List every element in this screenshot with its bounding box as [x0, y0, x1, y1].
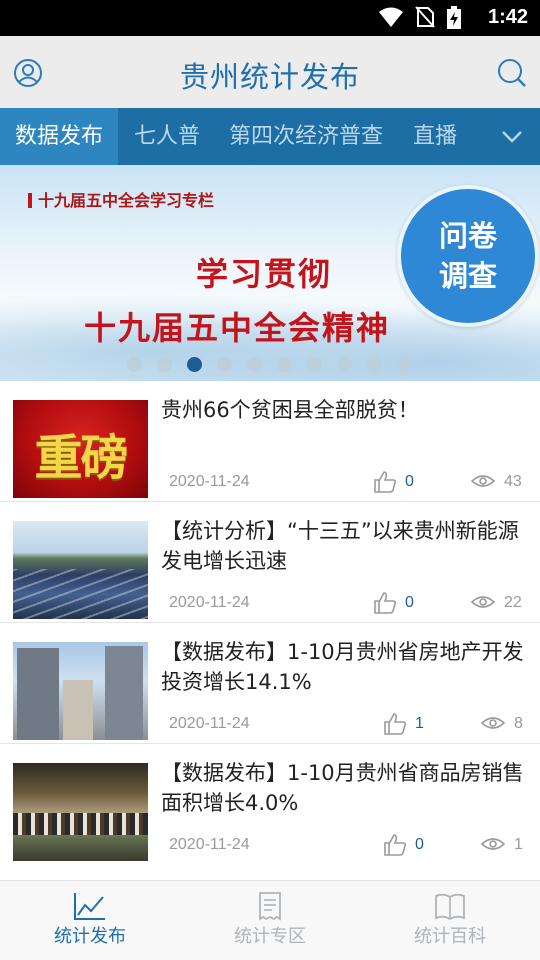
status-icons: [372, 6, 462, 30]
solar-panel-rows: [13, 569, 148, 619]
carousel-dot[interactable]: [217, 357, 232, 372]
view-count: 8: [514, 715, 523, 732]
wifi-icon: [378, 7, 403, 27]
thumbs-up-icon: [384, 713, 407, 735]
news-date: 2020-11-24: [169, 473, 250, 490]
carousel-indicator: [127, 357, 427, 373]
like-button[interactable]: [383, 712, 407, 736]
tab-fourth-economic-census[interactable]: 第四次经济普查: [229, 108, 383, 165]
status-time: 1:42: [487, 6, 528, 28]
tab-seventh-census[interactable]: 七人普: [134, 108, 200, 165]
news-title: 【统计分析】“十三五”以来贵州新能源发电增长迅速: [161, 519, 519, 573]
like-button[interactable]: [373, 470, 397, 494]
nav-stat-encyclopedia[interactable]: 统计百科: [360, 881, 540, 960]
news-item[interactable]: 重磅 贵州66个贫困县全部脱贫！ 2020-11-24 0 43: [0, 381, 540, 502]
news-thumbnail: 重磅: [13, 400, 148, 498]
banner-tag: 十九届五中全会学习专栏: [28, 187, 214, 211]
chevron-down-icon: [502, 131, 522, 143]
eye-icon: [480, 717, 506, 729]
news-item[interactable]: 【数据发布】1-10月贵州省房地产开发投资增长14.1% 2020-11-24 …: [0, 623, 540, 744]
eye-icon: [480, 838, 506, 850]
eye-icon: [470, 475, 496, 487]
survey-label-line2: 调查: [438, 259, 497, 293]
survey-button[interactable]: 问卷 调查: [397, 185, 539, 327]
banner-headline-text: 学习贯彻: [195, 255, 332, 293]
news-title: 【数据发布】1-10月贵州省房地产开发投资增长14.1%: [161, 640, 524, 694]
search-button[interactable]: [497, 58, 527, 88]
search-icon: [498, 59, 526, 87]
carousel-dot[interactable]: [337, 357, 352, 372]
news-date: 2020-11-24: [169, 594, 250, 611]
battery-charging-icon: [447, 6, 461, 29]
like-count: 0: [405, 473, 414, 490]
carousel-dot[interactable]: [157, 357, 172, 372]
like-button[interactable]: [383, 833, 407, 857]
view-count: 1: [514, 836, 523, 853]
thumbs-up-icon: [384, 834, 407, 856]
like-button[interactable]: [373, 591, 397, 615]
building-center: [63, 680, 93, 740]
nav-label: 统计专区: [234, 926, 306, 947]
receipt-icon: [259, 892, 281, 921]
thumbs-up-icon: [374, 592, 397, 614]
nav-label: 统计百科: [414, 926, 486, 947]
tab-live[interactable]: 直播: [413, 108, 457, 165]
news-thumbnail: [13, 763, 148, 861]
page-title: 贵州统计发布: [179, 60, 360, 94]
carousel-dot[interactable]: [307, 357, 322, 372]
eye-icon: [470, 596, 496, 608]
crowd-strip: [13, 813, 148, 835]
carousel-dot[interactable]: [187, 357, 202, 372]
news-item[interactable]: 【数据发布】1-10月贵州省商品房销售面积增长4.0% 2020-11-24 0…: [0, 744, 540, 864]
view-indicator: [470, 471, 496, 495]
view-count: 22: [504, 594, 522, 611]
news-title: 【数据发布】1-10月贵州省商品房销售面积增长4.0%: [161, 761, 524, 815]
view-indicator: [470, 592, 496, 616]
survey-label-line1: 问卷: [438, 219, 497, 253]
like-count: 0: [405, 594, 414, 611]
view-count: 43: [504, 473, 522, 490]
news-item[interactable]: 【统计分析】“十三五”以来贵州新能源发电增长迅速 2020-11-24 0 22: [0, 502, 540, 623]
app-header: 贵州统计发布: [0, 36, 540, 108]
view-indicator: [480, 834, 506, 858]
like-count: 1: [415, 715, 424, 732]
line-chart-icon: [74, 893, 105, 920]
status-bar: 1:42: [0, 0, 540, 36]
news-date: 2020-11-24: [169, 836, 250, 853]
no-sim-icon: [415, 6, 435, 28]
news-date: 2020-11-24: [169, 715, 250, 732]
bottom-nav: 统计发布 统计专区 统计百科: [0, 880, 540, 960]
carousel-dot[interactable]: [397, 357, 412, 372]
tab-more-button[interactable]: [500, 125, 524, 149]
banner-headline-line2: 十九届五中全会精神: [84, 309, 391, 347]
thumbs-up-icon: [374, 471, 397, 493]
building-right: [105, 646, 143, 740]
carousel-dot[interactable]: [277, 357, 292, 372]
building-left: [17, 648, 59, 740]
nav-stat-release[interactable]: 统计发布: [0, 881, 180, 960]
news-title: 贵州66个贫困县全部脱贫！: [161, 398, 419, 422]
tab-data-release[interactable]: 数据发布: [0, 108, 119, 165]
like-count: 0: [415, 836, 424, 853]
carousel-dot[interactable]: [367, 357, 382, 372]
nav-label: 统计发布: [54, 926, 126, 947]
nav-stat-zone[interactable]: 统计专区: [180, 881, 360, 960]
carousel-dot[interactable]: [127, 357, 142, 372]
carousel-dot[interactable]: [247, 357, 262, 372]
view-indicator: [480, 713, 506, 737]
thumbnail-headline-text: 重磅: [34, 430, 128, 486]
news-thumbnail: [13, 521, 148, 619]
book-icon: [435, 893, 465, 921]
category-tab-bar: 数据发布 七人普 第四次经济普查 直播: [0, 108, 540, 165]
news-thumbnail: [13, 642, 148, 740]
